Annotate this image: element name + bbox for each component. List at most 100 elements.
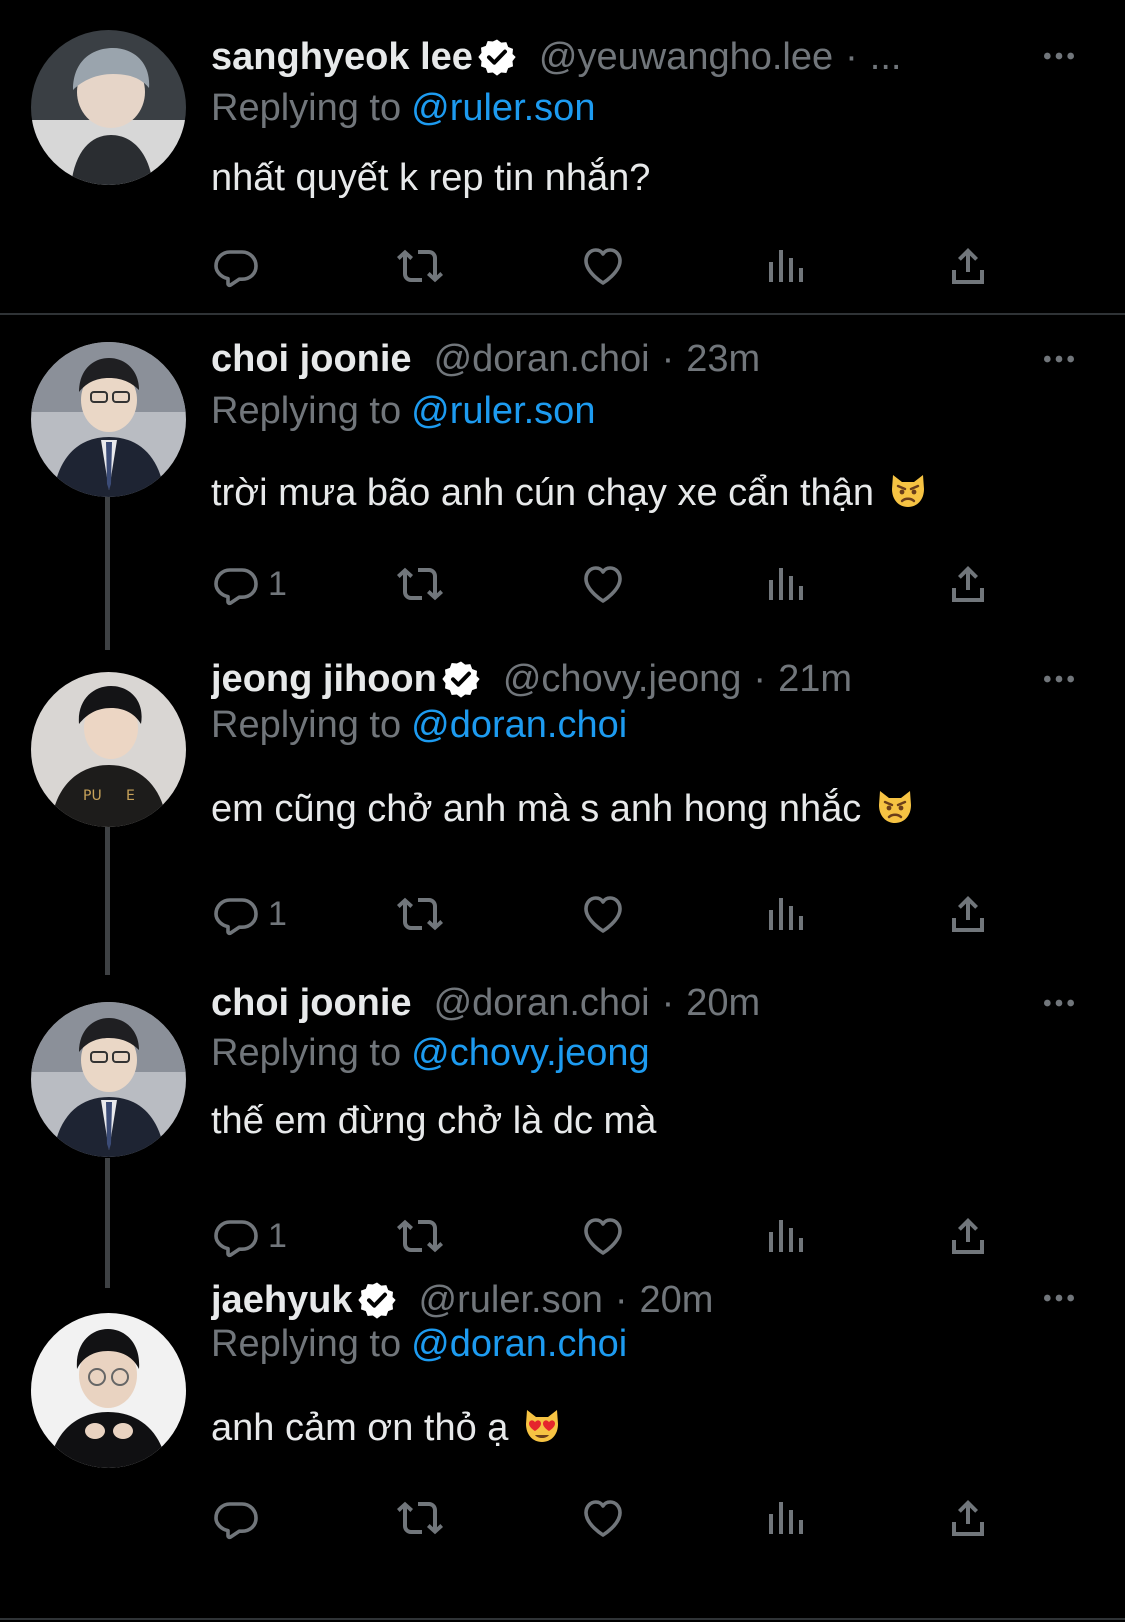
mention-link[interactable]: @chovy.jeong: [411, 1032, 650, 1074]
svg-text:E: E: [126, 788, 135, 804]
handle[interactable]: @doran.choi: [434, 977, 650, 1029]
tweet[interactable]: sanghyeok lee @yeuwangho.lee · ... Reply…: [0, 0, 1125, 315]
reply-button[interactable]: [212, 1493, 268, 1543]
retweet-button[interactable]: [396, 559, 444, 609]
views-button[interactable]: [762, 241, 810, 291]
like-button[interactable]: [579, 559, 627, 609]
retweet-button[interactable]: [396, 241, 444, 291]
retweet-button[interactable]: [396, 1493, 444, 1543]
reply-button[interactable]: 1: [212, 1211, 287, 1261]
divider: [0, 1618, 1125, 1620]
handle[interactable]: @yeuwangho.lee: [539, 31, 833, 83]
share-icon: [944, 560, 992, 608]
svg-text:PU: PU: [83, 788, 102, 804]
avatar-photo: PU E: [31, 672, 186, 827]
reply-button[interactable]: 1: [212, 559, 287, 609]
share-button[interactable]: [944, 1493, 992, 1543]
reply-icon: [212, 1494, 260, 1542]
replying-label: Replying to: [211, 390, 402, 432]
separator-dot: ·: [845, 36, 858, 78]
separator-dot: ·: [661, 338, 675, 380]
more-options-button[interactable]: [1037, 657, 1081, 701]
tweet-actions: 1: [0, 559, 1125, 609]
like-button[interactable]: [579, 241, 627, 291]
tweet-text-body: thế em đừng chở là dc mà: [211, 1100, 657, 1142]
retweet-button[interactable]: [396, 889, 444, 939]
retweet-icon: [396, 890, 444, 938]
views-icon: [762, 1212, 810, 1260]
retweet-button[interactable]: [396, 1211, 444, 1261]
tweet-text-body: anh cảm ơn thỏ ạ: [211, 1407, 509, 1449]
avatar[interactable]: [31, 1313, 186, 1468]
tweet[interactable]: PU E jeong jihoon @chovy.jeong · 21m Rep…: [0, 645, 1125, 975]
retweet-icon: [396, 242, 444, 290]
avatar[interactable]: [31, 30, 186, 185]
reply-count: 1: [268, 1216, 287, 1255]
display-name[interactable]: choi joonie: [211, 333, 412, 385]
replying-label: Replying to: [211, 1032, 402, 1074]
more-icon: [1039, 1278, 1079, 1318]
display-name[interactable]: choi joonie: [211, 977, 412, 1029]
more-options-button[interactable]: [1037, 34, 1081, 78]
timestamp: 20m: [686, 982, 761, 1024]
replying-to: Replying to @ruler.son: [211, 387, 595, 435]
display-name[interactable]: sanghyeok lee: [211, 31, 473, 83]
display-name[interactable]: jeong jihoon: [211, 653, 437, 705]
reply-button[interactable]: 1: [212, 889, 287, 939]
avatar-photo: [31, 342, 186, 497]
reply-button[interactable]: [212, 241, 268, 291]
mention-link[interactable]: @doran.choi: [411, 704, 627, 746]
verified-badge-icon: [477, 37, 517, 77]
handle[interactable]: @ruler.son: [419, 1274, 603, 1326]
like-icon: [579, 1494, 627, 1542]
tweet[interactable]: choi joonie @doran.choi · 23m Replying t…: [0, 315, 1125, 650]
views-button[interactable]: [762, 889, 810, 939]
separator-dot: ·: [753, 658, 767, 700]
heart-eyes-cat-emoji: [522, 1406, 562, 1446]
views-icon: [762, 242, 810, 290]
verified-badge-icon: [441, 659, 481, 699]
views-icon: [762, 560, 810, 608]
separator-dot: ·: [661, 982, 675, 1024]
replying-to: Replying to @ruler.son: [211, 84, 595, 132]
handle[interactable]: @doran.choi: [434, 333, 650, 385]
like-button[interactable]: [579, 1211, 627, 1261]
tweet-text: trời mưa bão anh cún chạy xe cẩn thận: [211, 467, 928, 519]
avatar[interactable]: PU E: [31, 672, 186, 827]
tweet[interactable]: jaehyuk @ruler.son · 20m Replying to @dor…: [0, 1279, 1125, 1622]
replying-label: Replying to: [211, 704, 402, 746]
more-options-button[interactable]: [1037, 1276, 1081, 1320]
retweet-icon: [396, 1212, 444, 1260]
views-button[interactable]: [762, 1211, 810, 1261]
share-icon: [944, 890, 992, 938]
timestamp: 23m: [686, 338, 761, 380]
share-button[interactable]: [944, 559, 992, 609]
like-button[interactable]: [579, 1493, 627, 1543]
views-button[interactable]: [762, 1493, 810, 1543]
more-options-button[interactable]: [1037, 981, 1081, 1025]
more-icon: [1039, 36, 1079, 76]
more-options-button[interactable]: [1037, 337, 1081, 381]
timestamp: ...: [869, 36, 902, 78]
share-icon: [944, 1212, 992, 1260]
tweet[interactable]: choi joonie @doran.choi · 20m Replying t…: [0, 975, 1125, 1310]
more-icon: [1039, 983, 1079, 1023]
mention-link[interactable]: @ruler.son: [411, 390, 595, 432]
views-button[interactable]: [762, 559, 810, 609]
avatar-photo: [31, 1002, 186, 1157]
mention-link[interactable]: @ruler.son: [411, 87, 595, 129]
share-button[interactable]: [944, 1211, 992, 1261]
avatar[interactable]: [31, 342, 186, 497]
display-name[interactable]: jaehyuk: [211, 1274, 353, 1326]
tweet-text-body: trời mưa bão anh cún chạy xe cẩn thận: [211, 472, 874, 514]
like-button[interactable]: [579, 889, 627, 939]
like-icon: [579, 242, 627, 290]
handle[interactable]: @chovy.jeong: [503, 653, 742, 705]
avatar[interactable]: [31, 1002, 186, 1157]
tweet-text: nhất quyết k rep tin nhắn?: [211, 152, 650, 204]
share-button[interactable]: [944, 241, 992, 291]
like-icon: [579, 1212, 627, 1260]
share-button[interactable]: [944, 889, 992, 939]
retweet-icon: [396, 1494, 444, 1542]
mention-link[interactable]: @doran.choi: [411, 1323, 627, 1365]
